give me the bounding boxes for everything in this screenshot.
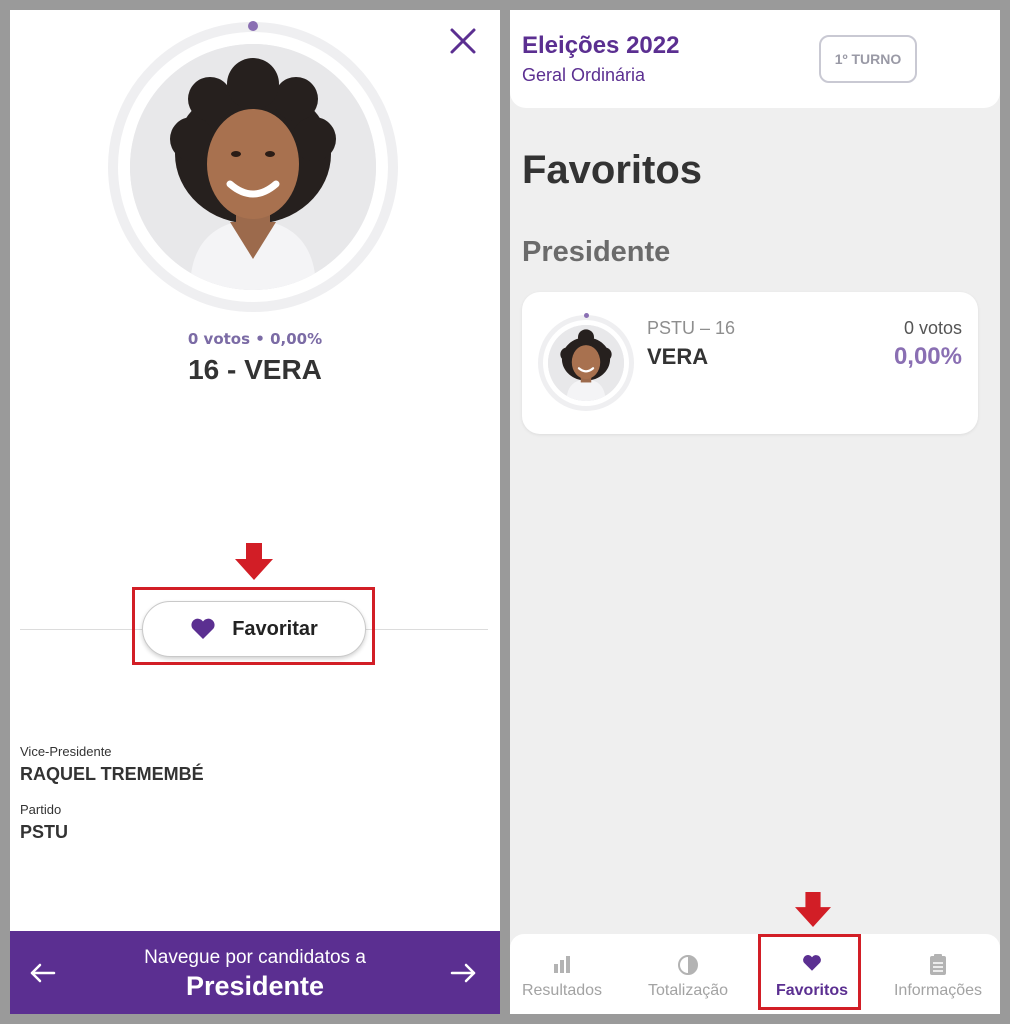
- favorite-candidate-card[interactable]: PSTU – 16 VERA 0 votos 0,00%: [522, 292, 978, 434]
- candidate-name: VERA: [647, 344, 709, 369]
- tab-label: Resultados: [521, 982, 603, 999]
- candidate-navigation-bar: Navegue por candidatos a Presidente: [10, 931, 500, 1014]
- candidate-votes: 0 votos: [903, 318, 962, 338]
- party-label: Partido: [20, 802, 62, 817]
- annotation-highlight-box: [132, 587, 375, 665]
- candidate-percent: 0,00%: [893, 343, 962, 370]
- vice-president-label: Vice-Presidente: [20, 744, 112, 759]
- bar-chart-icon: [554, 956, 570, 973]
- favorites-screen: Eleições 2022 Geral Ordinária 1º TURNO F…: [510, 10, 1000, 1014]
- progress-indicator-dot: [248, 21, 258, 31]
- candidate-detail-screen: 0 votos • 0,00% 16 - VERA Favoritar Vice…: [10, 10, 500, 1014]
- progress-indicator-dot: [584, 313, 589, 318]
- tab-label: Informações: [893, 982, 983, 999]
- arrow-right-icon[interactable]: [448, 958, 478, 988]
- candidate-photo: [548, 325, 624, 401]
- bottom-tab-bar: Resultados Totalização Favoritos Informa…: [510, 934, 1000, 1014]
- document-icon: [930, 954, 946, 975]
- navigation-office: Presidente: [185, 971, 325, 1001]
- pie-chart-icon: [678, 955, 698, 975]
- candidate-title: 16 - VERA: [188, 354, 322, 385]
- tab-informacoes[interactable]: Informações: [882, 934, 994, 1014]
- navigation-caption: Navegue por candidatos a: [144, 947, 366, 968]
- close-icon[interactable]: [448, 26, 478, 56]
- section-title-president: Presidente: [522, 236, 671, 268]
- election-subtitle: Geral Ordinária: [522, 65, 646, 85]
- election-title: Eleições 2022: [522, 32, 680, 59]
- party-value: PSTU: [20, 822, 69, 842]
- annotation-arrow-icon: [235, 543, 273, 580]
- candidate-vote-stats: 0 votos • 0,00%: [187, 330, 323, 348]
- page-title: Favoritos: [522, 148, 703, 192]
- annotation-arrow-icon: [795, 892, 831, 928]
- turno-selector[interactable]: 1º TURNO: [819, 35, 917, 83]
- annotation-highlight-box: [758, 934, 861, 1010]
- candidate-photo: [130, 44, 376, 290]
- candidate-party-number: PSTU – 16: [647, 318, 736, 338]
- tab-resultados[interactable]: Resultados: [510, 934, 614, 1014]
- tab-totalizacao[interactable]: Totalização: [636, 934, 740, 1014]
- tab-label: Totalização: [647, 982, 729, 999]
- app-header: Eleições 2022 Geral Ordinária 1º TURNO: [510, 10, 1000, 108]
- vice-president-value: RAQUEL TREMEMBÉ: [20, 764, 204, 784]
